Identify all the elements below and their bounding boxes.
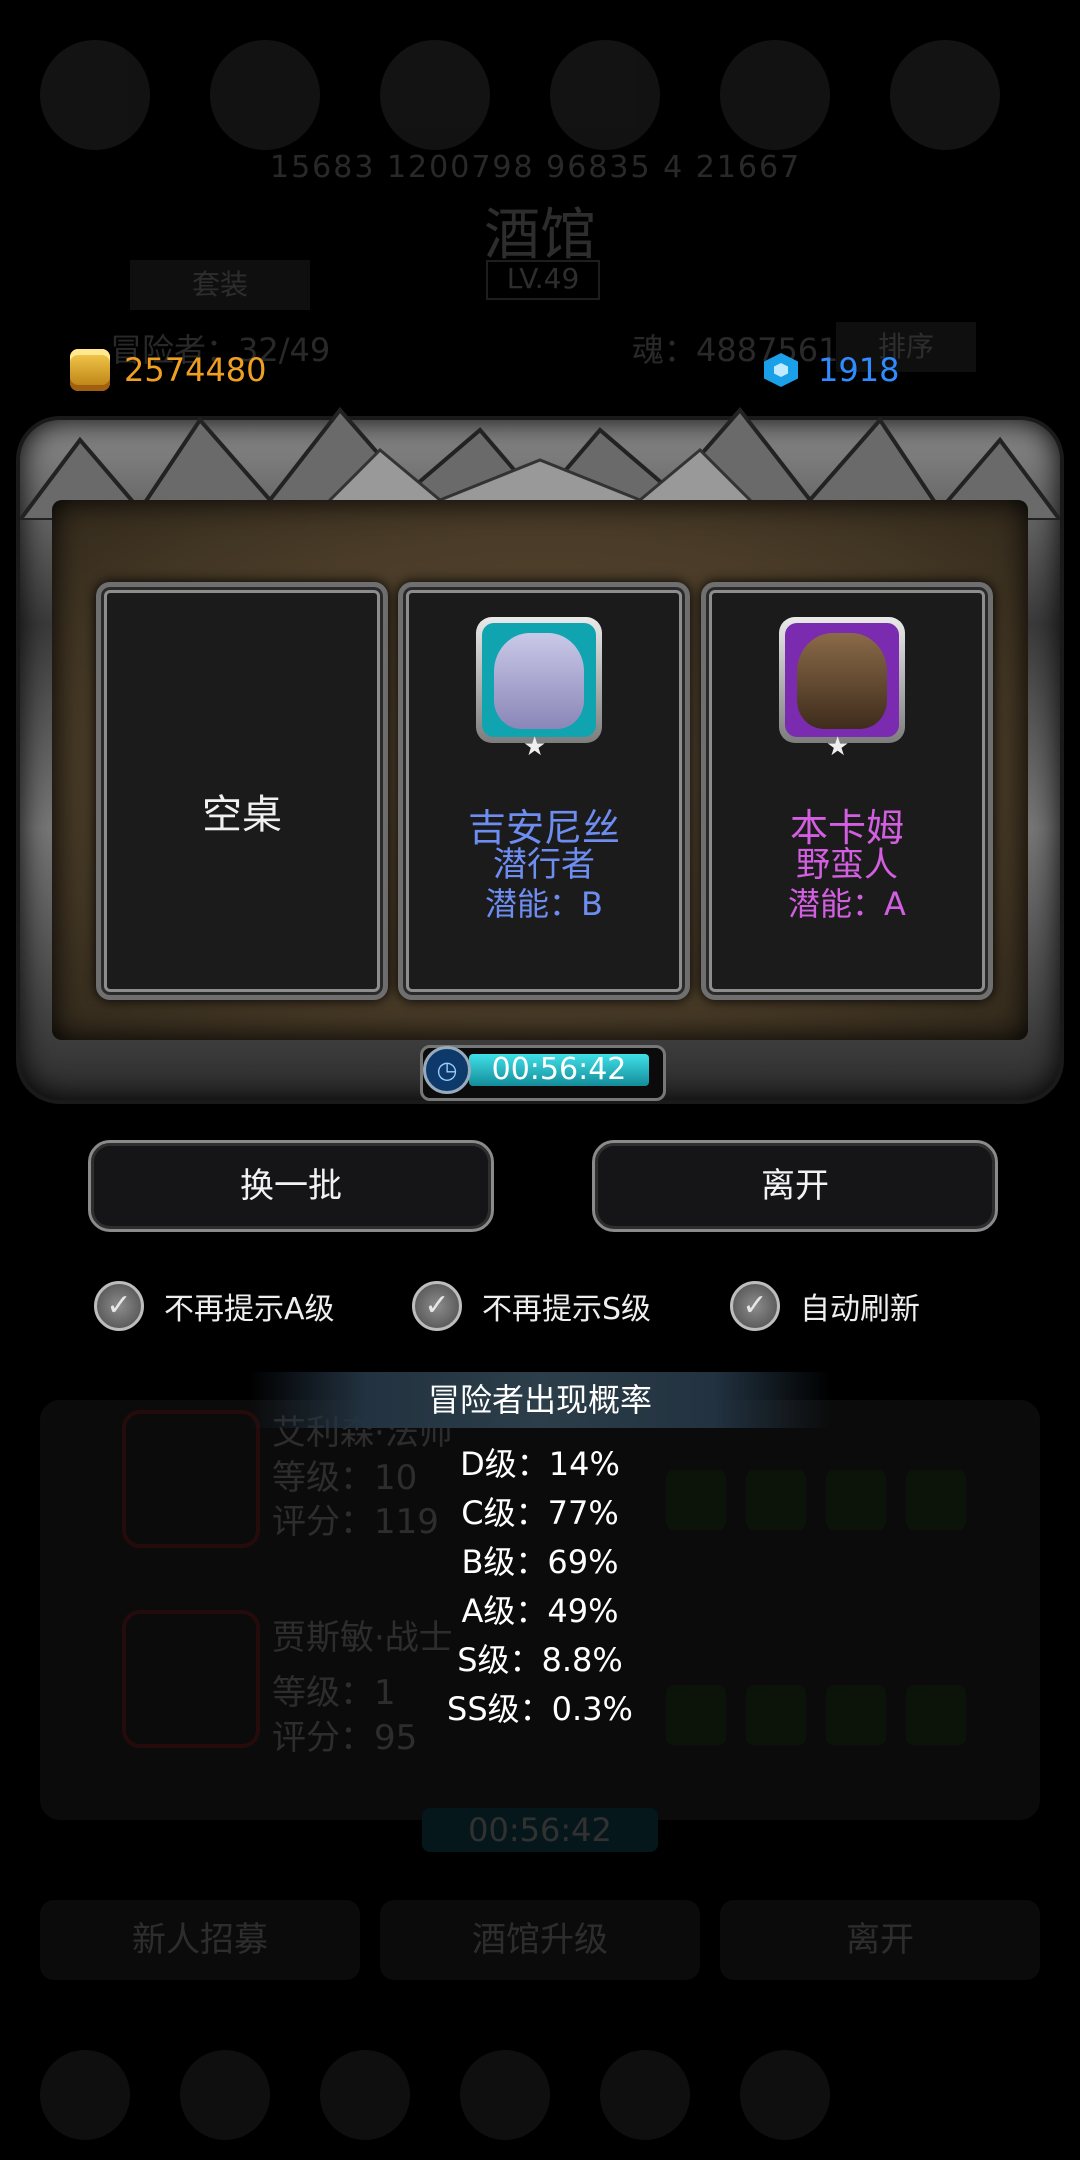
gem-icon bbox=[764, 353, 798, 387]
star-icon: ★ bbox=[826, 732, 850, 762]
probability-line: D级：14% bbox=[460, 1445, 620, 1483]
no-remind-a-option[interactable]: ✓ 不再提示A级 bbox=[94, 1278, 335, 1334]
bg-recruit-button: 新人招募 bbox=[40, 1900, 360, 1980]
gold-amount: 2574480 bbox=[124, 351, 267, 389]
probability-list: D级：14% C级：77% B级：69% A级：49% S级：8.8% SS级：… bbox=[390, 1440, 690, 1734]
checkmark-icon[interactable]: ✓ bbox=[412, 1281, 462, 1331]
probability-line: B级：69% bbox=[461, 1543, 619, 1581]
bg-slot bbox=[826, 1470, 886, 1530]
bg-leave-button: 离开 bbox=[720, 1900, 1040, 1980]
elf-portrait-icon bbox=[482, 623, 596, 737]
hero-card-rogue[interactable]: ★ 吉安尼丝 潜行者 潜能：B bbox=[398, 582, 690, 1000]
bg-icon bbox=[180, 2050, 270, 2140]
timer-text: 00:56:42 bbox=[491, 1052, 627, 1087]
bg-icon bbox=[380, 40, 490, 150]
gold-coin-icon bbox=[70, 349, 110, 391]
bg-slot bbox=[746, 1685, 806, 1745]
bg-slot bbox=[826, 1685, 886, 1745]
bg-suit-button: 套装 bbox=[130, 260, 310, 310]
bg-title: 酒馆 bbox=[484, 203, 596, 268]
background-top-icons bbox=[40, 40, 1040, 150]
bg-icon bbox=[40, 40, 150, 150]
leave-button[interactable]: 离开 bbox=[592, 1140, 998, 1232]
hero-card-barbarian[interactable]: ★ 本卡姆 野蛮人 潜能：A bbox=[701, 582, 993, 1000]
bg-slot bbox=[746, 1470, 806, 1530]
clock-icon: ◷ bbox=[423, 1046, 471, 1094]
option-label: 自动刷新 bbox=[800, 1292, 920, 1327]
checkmark-icon[interactable]: ✓ bbox=[730, 1281, 780, 1331]
bg-icon bbox=[600, 2050, 690, 2140]
bg-portrait bbox=[122, 1610, 260, 1748]
bg-icon bbox=[460, 2050, 550, 2140]
gem-display: 1918 bbox=[764, 345, 899, 395]
bg-timer: 00:56:42 bbox=[422, 1808, 658, 1852]
probability-line: SS级：0.3% bbox=[447, 1690, 633, 1728]
dwarf-portrait-icon bbox=[785, 623, 899, 737]
refresh-timer: ◷ 00:56:42 bbox=[420, 1045, 666, 1101]
bg-icon bbox=[720, 40, 830, 150]
probability-title: 冒险者出现概率 bbox=[250, 1372, 830, 1428]
star-icon: ★ bbox=[523, 732, 547, 762]
option-label: 不再提示A级 bbox=[164, 1292, 335, 1327]
bg-bottom-bar bbox=[40, 2050, 1040, 2140]
empty-table-label: 空桌 bbox=[202, 792, 282, 838]
bg-slot bbox=[906, 1685, 966, 1745]
bg-icon bbox=[550, 40, 660, 150]
bg-icon bbox=[210, 40, 320, 150]
bg-icon bbox=[890, 40, 1000, 150]
bg-stats: 15683 1200798 96835 4 21667 bbox=[270, 150, 802, 185]
bg-portrait bbox=[122, 1410, 260, 1548]
empty-table-card[interactable]: 空桌 bbox=[96, 582, 388, 1000]
checkmark-icon[interactable]: ✓ bbox=[94, 1281, 144, 1331]
probability-line: A级：49% bbox=[461, 1592, 619, 1630]
probability-line: S级：8.8% bbox=[457, 1641, 623, 1679]
hero-portrait bbox=[779, 617, 905, 743]
option-label: 不再提示S级 bbox=[482, 1292, 652, 1327]
bg-icon bbox=[320, 2050, 410, 2140]
probability-line: C级：77% bbox=[461, 1494, 619, 1532]
hero-portrait bbox=[476, 617, 602, 743]
hero-potential: 潜能：A bbox=[788, 885, 906, 923]
hero-potential: 潜能：B bbox=[485, 885, 603, 923]
bg-icon bbox=[740, 2050, 830, 2140]
no-remind-s-option[interactable]: ✓ 不再提示S级 bbox=[412, 1278, 651, 1334]
bg-slot bbox=[906, 1470, 966, 1530]
gem-amount: 1918 bbox=[818, 351, 900, 389]
bg-icon bbox=[40, 2050, 130, 2140]
refresh-batch-button[interactable]: 换一批 bbox=[88, 1140, 494, 1232]
gold-display: 2574480 bbox=[70, 345, 267, 395]
elf-face-icon bbox=[494, 633, 584, 729]
auto-refresh-option[interactable]: ✓ 自动刷新 bbox=[730, 1278, 920, 1334]
dwarf-face-icon bbox=[797, 633, 887, 729]
bg-level: LV.49 bbox=[486, 260, 600, 300]
bg-upgrade-button: 酒馆升级 bbox=[380, 1900, 700, 1980]
